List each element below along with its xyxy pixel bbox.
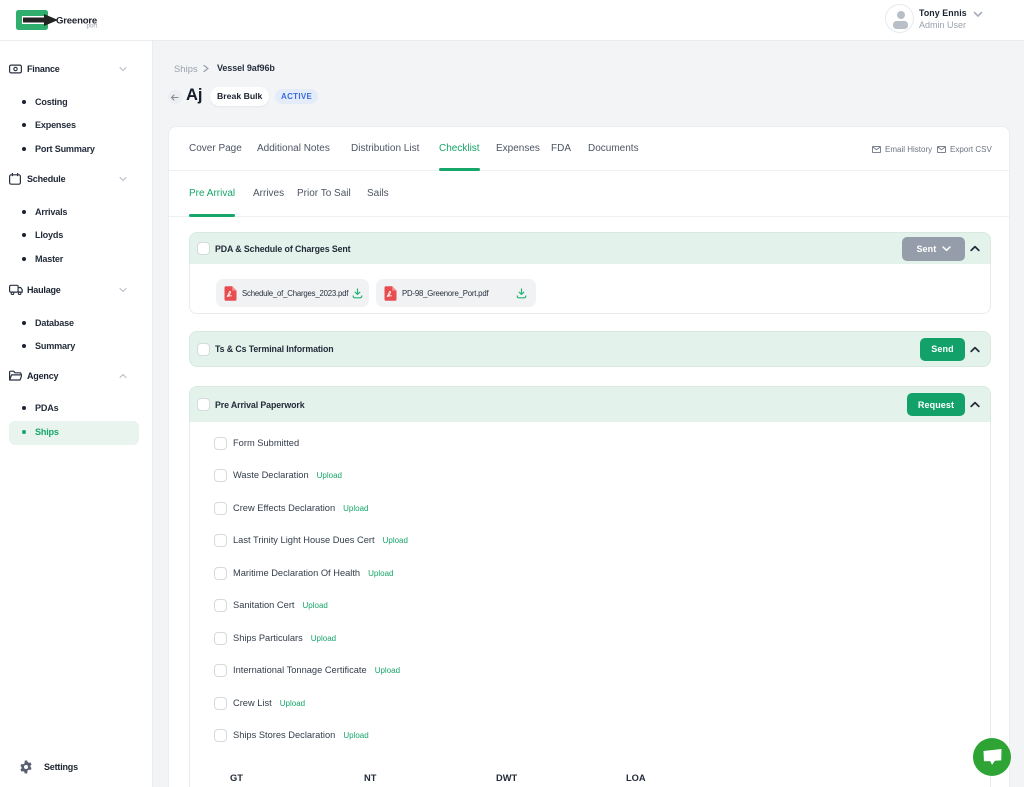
svg-text:port: port [87, 22, 98, 29]
